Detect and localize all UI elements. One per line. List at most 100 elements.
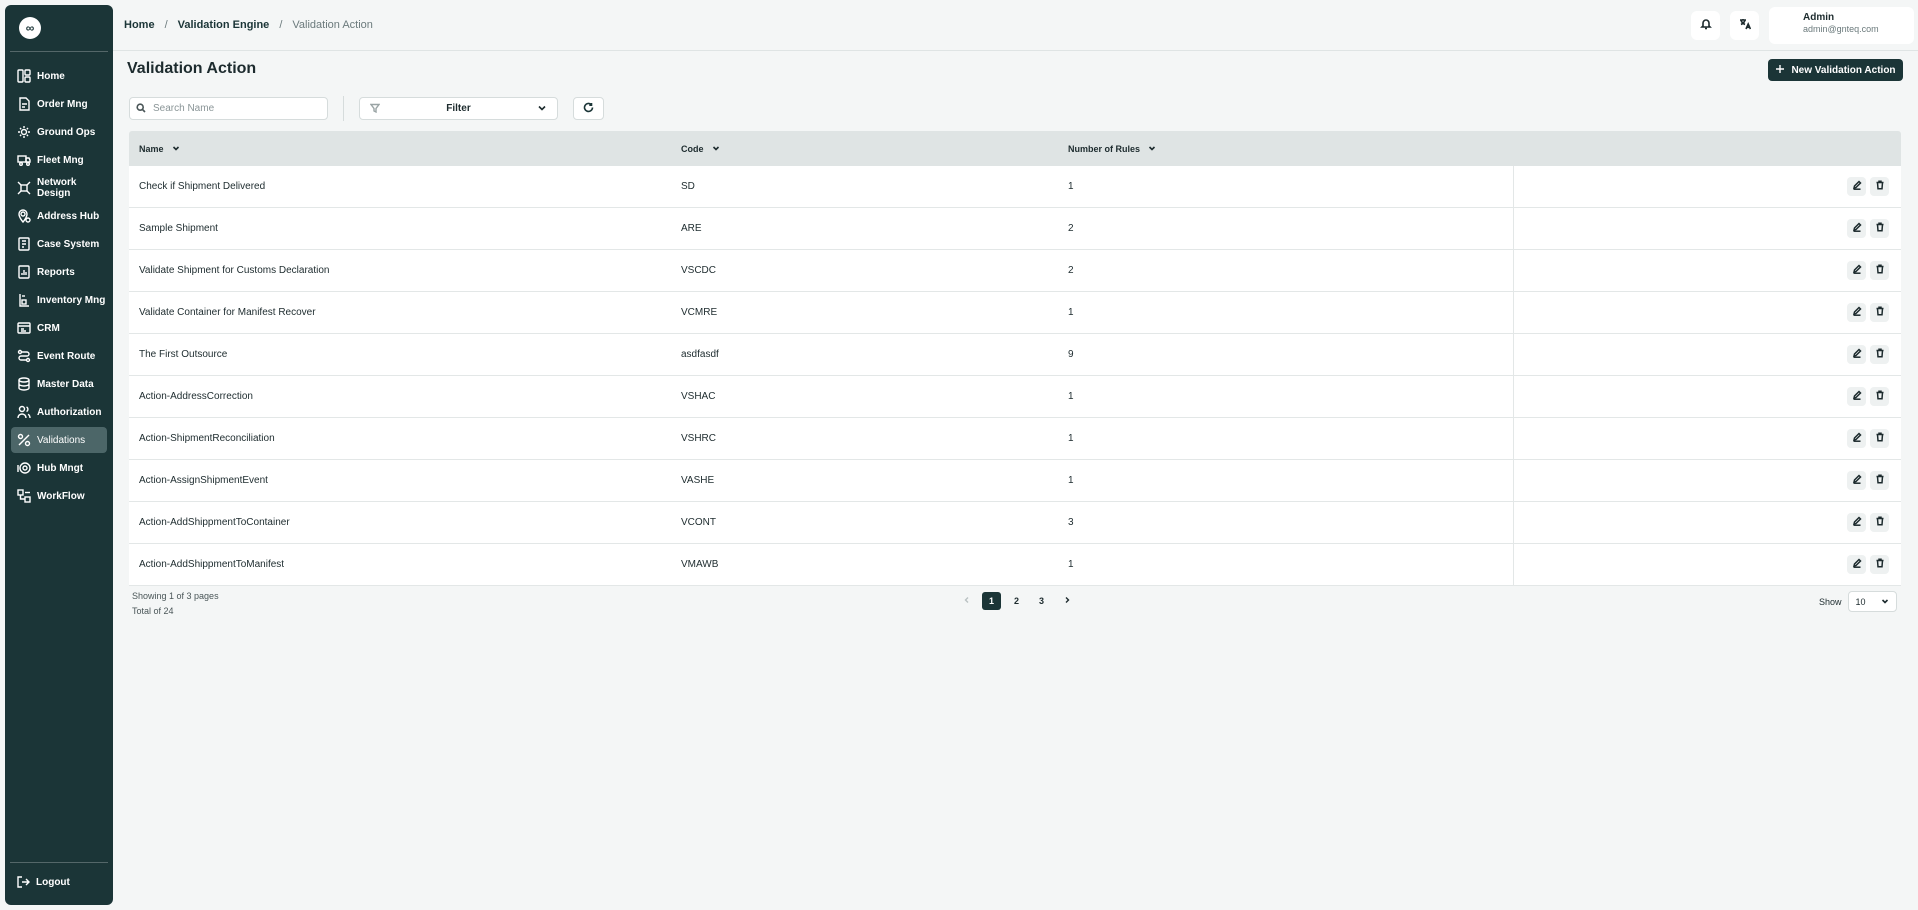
cell-number-of-rules: 1 — [1068, 391, 1074, 402]
sidebar-item-ground-ops[interactable]: Ground Ops — [11, 119, 107, 145]
next-page-button[interactable] — [1057, 592, 1076, 610]
location-icon — [17, 209, 31, 223]
sidebar-item-case-system[interactable]: Case System — [11, 231, 107, 257]
cell-code: VASHE — [681, 475, 715, 486]
table-row[interactable]: Action-AddShippmentToManifest VMAWB 1 — [129, 544, 1901, 586]
edit-button[interactable] — [1847, 261, 1866, 280]
page-size-select[interactable]: 10 — [1847, 591, 1897, 612]
sidebar-item-master-data[interactable]: Master Data — [11, 371, 107, 397]
table-row[interactable]: Sample Shipment ARE 2 — [129, 208, 1901, 250]
logo[interactable]: ∞ — [19, 17, 41, 39]
sidebar-item-workflow[interactable]: WorkFlow — [11, 483, 107, 509]
column-header-code[interactable]: Code — [681, 144, 720, 154]
delete-button[interactable] — [1870, 219, 1889, 238]
filter-dropdown[interactable]: Filter — [359, 97, 558, 120]
sidebar-item-event-route[interactable]: Event Route — [11, 343, 107, 369]
user-email: admin@gnteq.com — [1803, 24, 1879, 34]
sidebar-item-hub-mngt[interactable]: Hub Mngt — [11, 455, 107, 481]
trash-icon — [1875, 558, 1885, 571]
edit-button[interactable] — [1847, 555, 1866, 574]
column-header-number-of-rules[interactable]: Number of Rules — [1068, 144, 1156, 154]
table-row[interactable]: Action-AssignShipmentEvent VASHE 1 — [129, 460, 1901, 502]
column-header-name[interactable]: Name — [139, 144, 180, 154]
edit-button[interactable] — [1847, 177, 1866, 196]
table-row[interactable]: The First Outsource asdfasdf 9 — [129, 334, 1901, 376]
edit-button[interactable] — [1847, 429, 1866, 448]
language-button[interactable] — [1730, 11, 1759, 40]
sidebar-item-reports[interactable]: Reports — [11, 259, 107, 285]
refresh-button[interactable] — [573, 97, 604, 120]
pencil-icon — [1852, 432, 1862, 445]
page-button-3[interactable]: 3 — [1032, 592, 1051, 610]
new-validation-action-button[interactable]: New Validation Action — [1768, 59, 1903, 81]
notifications-button[interactable] — [1691, 11, 1720, 40]
edit-button[interactable] — [1847, 387, 1866, 406]
chevron-down-icon — [1881, 597, 1889, 607]
delete-button[interactable] — [1870, 471, 1889, 490]
toolbar-divider — [343, 96, 344, 121]
table-row[interactable]: Validate Shipment for Customs Declaratio… — [129, 250, 1901, 292]
pencil-icon — [1852, 390, 1862, 403]
sidebar-item-home[interactable]: Home — [11, 63, 107, 89]
edit-button[interactable] — [1847, 219, 1866, 238]
column-divider — [1513, 166, 1514, 207]
sidebar-item-label: Validations — [37, 434, 86, 446]
breadcrumb-validation-engine[interactable]: Validation Engine — [178, 19, 270, 31]
search-input[interactable] — [153, 103, 313, 114]
sidebar-item-order-mng[interactable]: Order Mng — [11, 91, 107, 117]
sidebar-item-validations[interactable]: Validations — [11, 427, 107, 453]
refresh-icon — [583, 102, 594, 116]
delete-button[interactable] — [1870, 261, 1889, 280]
table-row[interactable]: Validate Container for Manifest Recover V… — [129, 292, 1901, 334]
order-icon — [17, 97, 31, 111]
sidebar-item-network-design[interactable]: Network Design — [11, 175, 107, 201]
validation-icon — [17, 433, 31, 447]
total-count-text: Total of 24 — [132, 606, 174, 616]
delete-button[interactable] — [1870, 303, 1889, 322]
sidebar-item-authorization[interactable]: Authorization — [11, 399, 107, 425]
cell-code: VCONT — [681, 517, 716, 528]
page-button-2[interactable]: 2 — [1007, 592, 1026, 610]
table-row[interactable]: Action-AddressCorrection VSHAC 1 — [129, 376, 1901, 418]
sidebar-item-label: Reports — [37, 266, 75, 278]
delete-button[interactable] — [1870, 387, 1889, 406]
cell-number-of-rules: 1 — [1068, 307, 1074, 318]
logout-button[interactable]: Logout — [16, 873, 108, 891]
show-label: Show — [1819, 596, 1842, 607]
sidebar-item-inventory-mng[interactable]: Inventory Mng — [11, 287, 107, 313]
delete-button[interactable] — [1870, 555, 1889, 574]
filter-label: Filter — [446, 103, 471, 114]
table-row[interactable]: Action-ShipmentReconciliation VSHRC 1 — [129, 418, 1901, 460]
pencil-icon — [1852, 474, 1862, 487]
delete-button[interactable] — [1870, 429, 1889, 448]
delete-button[interactable] — [1870, 177, 1889, 196]
inventory-icon — [17, 293, 31, 307]
delete-button[interactable] — [1870, 345, 1889, 364]
page-size-value: 10 — [1855, 596, 1866, 607]
edit-button[interactable] — [1847, 345, 1866, 364]
plus-icon — [1775, 64, 1785, 77]
sidebar-item-address-hub[interactable]: Address Hub — [11, 203, 107, 229]
cell-name: Validate Shipment for Customs Declaratio… — [139, 265, 330, 276]
edit-button[interactable] — [1847, 471, 1866, 490]
sidebar-item-crm[interactable]: CRM — [11, 315, 107, 341]
page-button-1[interactable]: 1 — [982, 592, 1001, 610]
database-icon — [17, 377, 31, 391]
edit-button[interactable] — [1847, 303, 1866, 322]
trash-icon — [1875, 516, 1885, 529]
delete-button[interactable] — [1870, 513, 1889, 532]
sidebar-item-fleet-mng[interactable]: Fleet Mng — [11, 147, 107, 173]
user-profile-menu[interactable]: Admin admin@gnteq.com — [1769, 7, 1914, 44]
table-row[interactable]: Check if Shipment Delivered SD 1 — [129, 166, 1901, 208]
pencil-icon — [1852, 222, 1862, 235]
edit-button[interactable] — [1847, 513, 1866, 532]
column-divider — [1513, 460, 1514, 501]
sidebar-footer: Logout — [10, 862, 108, 905]
table-row[interactable]: Action-AddShippmentToContainer VCONT 3 — [129, 502, 1901, 544]
breadcrumb-home[interactable]: Home — [124, 19, 155, 31]
row-actions — [1847, 555, 1889, 574]
trash-icon — [1875, 432, 1885, 445]
column-divider — [1513, 292, 1514, 333]
row-actions — [1847, 387, 1889, 406]
prev-page-button[interactable] — [957, 592, 976, 610]
